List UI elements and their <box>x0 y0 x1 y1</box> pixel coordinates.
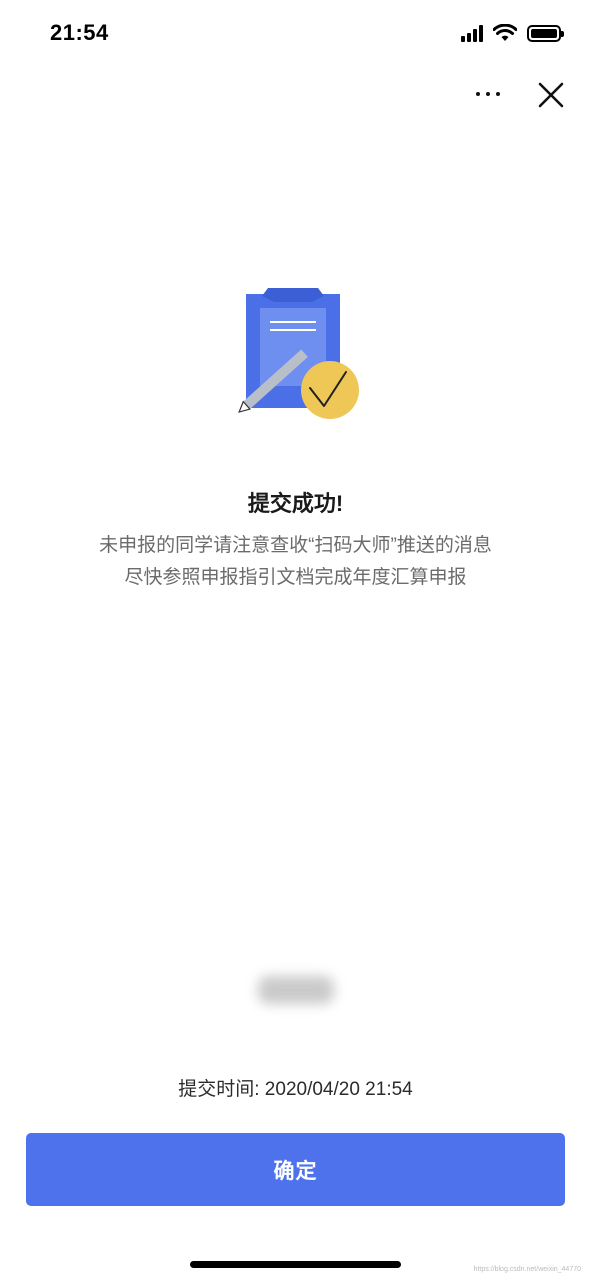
home-indicator[interactable] <box>190 1261 401 1268</box>
clipboard-check-icon <box>238 288 359 419</box>
confirm-button[interactable]: 确定 <box>26 1133 565 1206</box>
nav-header <box>0 64 591 124</box>
more-icon <box>476 92 500 96</box>
close-button[interactable] <box>534 78 568 112</box>
status-time: 21:54 <box>50 20 109 45</box>
status-bar: 21:54 <box>0 0 591 64</box>
screen: 21:54 提交成功! 未申报的同学请注意查收“扫码大师”推送的消息 尽快参照申… <box>0 0 591 1280</box>
close-icon <box>538 82 564 108</box>
signal-icon <box>461 24 483 42</box>
status-icons <box>461 22 564 44</box>
success-message: 未申报的同学请注意查收“扫码大师”推送的消息 尽快参照申报指引文档完成年度汇算申… <box>0 530 591 594</box>
battery-icon <box>527 24 564 42</box>
success-title: 提交成功! <box>247 491 344 516</box>
confirm-button-label: 确定 <box>273 1159 318 1183</box>
wifi-icon <box>493 24 517 41</box>
submit-time: 提交时间: 2020/04/20 21:54 <box>178 1079 413 1100</box>
more-button[interactable] <box>468 78 508 110</box>
success-message-line-1: 未申报的同学请注意查收“扫码大师”推送的消息 <box>99 535 492 556</box>
success-message-line-2: 尽快参照申报指引文档完成年度汇算申报 <box>124 567 467 588</box>
blurred-name <box>258 976 334 1004</box>
watermark: https://blog.csdn.net/weixin_44770 <box>473 1266 581 1273</box>
